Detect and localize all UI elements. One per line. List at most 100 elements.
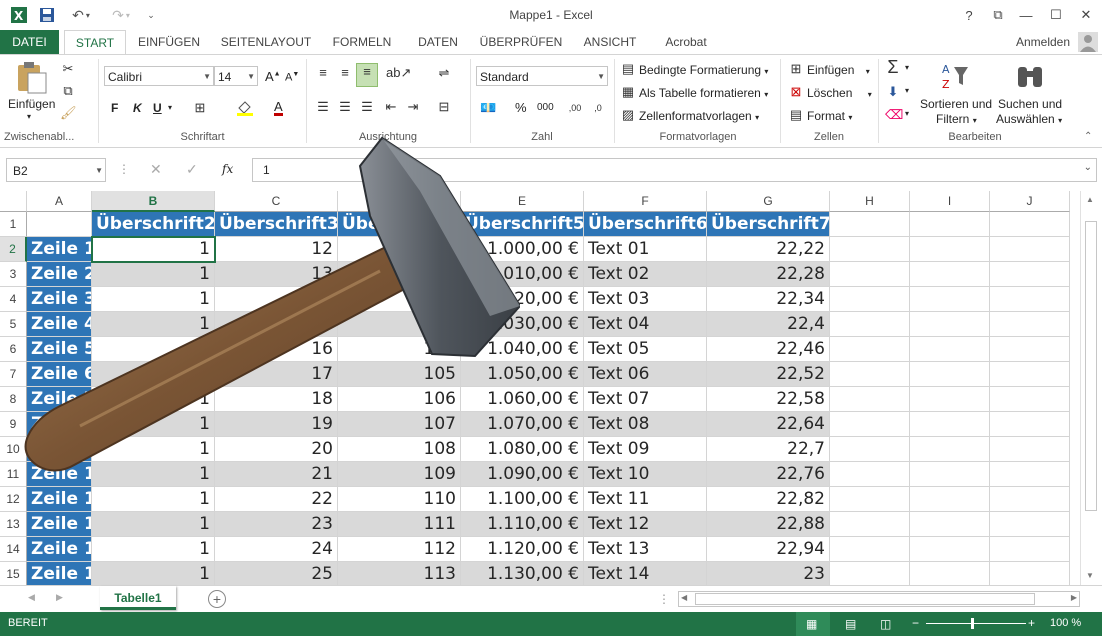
cell-e2[interactable]: 1.000,00 € [461,237,584,262]
cell-e14[interactable]: 1.120,00 € [461,537,584,562]
cell-f11[interactable]: Text 10 [584,462,707,487]
find-select-button-line2[interactable]: Auswählen ▾ [996,112,1062,126]
cell-g9[interactable]: 22,64 [707,412,830,437]
column-header-e[interactable]: E [461,191,584,212]
column-header-i[interactable]: I [910,191,990,212]
cut-icon[interactable]: ✂ [60,61,76,77]
autosum-icon[interactable]: Σ [885,58,901,76]
cell-b4[interactable]: 1 [92,287,215,312]
increase-indent-icon[interactable]: ⇥ [405,99,421,115]
cell-a6[interactable]: Zeile 5 [27,337,92,362]
cell-f12[interactable]: Text 11 [584,487,707,512]
row-header-11[interactable]: 11 [0,462,27,487]
increase-decimal-icon[interactable]: ,00 [565,100,585,116]
sort-filter-button-line2[interactable]: Filtern ▾ [936,112,977,126]
row-header-7[interactable]: 7 [0,362,27,387]
binoculars-icon[interactable] [1014,61,1046,91]
format-painter-icon[interactable]: 🖌 [60,105,77,121]
cell-d7[interactable]: 105 [338,362,461,387]
decrease-indent-icon[interactable]: ⇤ [383,99,399,115]
cell-g7[interactable]: 22,52 [707,362,830,387]
cell-g15[interactable]: 23 [707,562,830,585]
cell-c4[interactable]: 14 [215,287,338,312]
border-icon[interactable]: ⊞ [192,100,208,116]
cell-e3[interactable]: 1.010,00 € [461,262,584,287]
conditional-format-icon[interactable]: ▤ [620,61,636,77]
cell-d13[interactable]: 111 [338,512,461,537]
cell-f3[interactable]: Text 02 [584,262,707,287]
page-layout-view-icon[interactable]: ▤ [845,617,856,631]
cell-h14[interactable] [830,537,910,562]
cell-f10[interactable]: Text 09 [584,437,707,462]
cell-f2[interactable]: Text 01 [584,237,707,262]
cell-f7[interactable]: Text 06 [584,362,707,387]
cell-b9[interactable]: 1 [92,412,215,437]
tab-ueberpruefen[interactable]: ÜBERPRÜFEN [478,30,564,54]
cell-e4[interactable]: 1.020,00 € [461,287,584,312]
cell-b10[interactable]: 1 [92,437,215,462]
select-all-corner[interactable] [0,191,27,212]
autosum-dropdown-icon[interactable]: ▾ [905,63,909,72]
cell-i11[interactable] [910,462,990,487]
cell-h6[interactable] [830,337,910,362]
avatar[interactable] [1078,32,1098,52]
cell-j6[interactable] [990,337,1070,362]
cell-j13[interactable] [990,512,1070,537]
cell-d12[interactable]: 110 [338,487,461,512]
cell-b13[interactable]: 1 [92,512,215,537]
cell-h9[interactable] [830,412,910,437]
cell-j11[interactable] [990,462,1070,487]
orientation-icon[interactable]: ab↗ [386,65,411,81]
align-right-icon[interactable]: ☰ [359,99,375,115]
cell-a2[interactable]: Zeile 1 [27,237,92,262]
cell-g3[interactable]: 22,28 [707,262,830,287]
cell-i14[interactable] [910,537,990,562]
scroll-thumb[interactable] [1085,221,1097,511]
cell-b14[interactable]: 1 [92,537,215,562]
tab-formeln[interactable]: FORMELN [328,30,396,54]
next-sheet-icon[interactable]: ▶ [56,592,63,603]
format-cells-icon[interactable]: ▤ [788,107,804,123]
cancel-entry-icon[interactable]: ✕ [150,161,162,178]
cell-c9[interactable]: 19 [215,412,338,437]
cell-e7[interactable]: 1.050,00 € [461,362,584,387]
cell-i9[interactable] [910,412,990,437]
column-header-g[interactable]: G [707,191,830,212]
row-header-3[interactable]: 3 [0,262,27,287]
tab-ansicht[interactable]: ANSICHT [576,30,644,54]
clear-dropdown-icon[interactable]: ▾ [905,109,909,118]
cell-d10[interactable]: 108 [338,437,461,462]
cell-g1[interactable]: Überschrift7 [707,212,830,237]
row-header-10[interactable]: 10 [0,437,27,462]
cell-d5[interactable]: 103 [338,312,461,337]
fill-dropdown-icon[interactable]: ▾ [905,86,909,95]
cell-h12[interactable] [830,487,910,512]
column-header-b[interactable]: B [92,191,215,212]
cell-styles-icon[interactable]: ▨ [620,107,636,123]
tab-datei[interactable]: DATEI [0,30,59,54]
insert-cells-button[interactable]: Einfügen ▾ [807,63,870,77]
cell-a9[interactable]: Zeile 8 [27,412,92,437]
column-header-j[interactable]: J [990,191,1070,212]
add-sheet-icon[interactable]: + [208,590,226,608]
cell-h11[interactable] [830,462,910,487]
collapse-ribbon-icon[interactable]: ⌃ [1084,131,1092,142]
cell-h10[interactable] [830,437,910,462]
split-grip-icon[interactable]: ⋮ [658,592,670,606]
clear-icon[interactable]: ⌫ [885,107,903,123]
cell-j1[interactable] [990,212,1070,237]
cell-a14[interactable]: Zeile 13 [27,537,92,562]
close-button[interactable]: ✕ [1074,4,1098,26]
cell-d8[interactable]: 106 [338,387,461,412]
cell-e1[interactable]: Überschrift5 [461,212,584,237]
cell-j14[interactable] [990,537,1070,562]
align-top-icon[interactable]: ≡ [315,65,331,81]
cell-f5[interactable]: Text 04 [584,312,707,337]
cell-b12[interactable]: 1 [92,487,215,512]
cell-g14[interactable]: 22,94 [707,537,830,562]
cell-a12[interactable]: Zeile 11 [27,487,92,512]
scroll-right-icon[interactable]: ▶ [1071,593,1077,602]
prev-sheet-icon[interactable]: ◀ [28,592,35,603]
cell-d9[interactable]: 107 [338,412,461,437]
increase-font-icon[interactable]: A▲ [265,69,281,84]
